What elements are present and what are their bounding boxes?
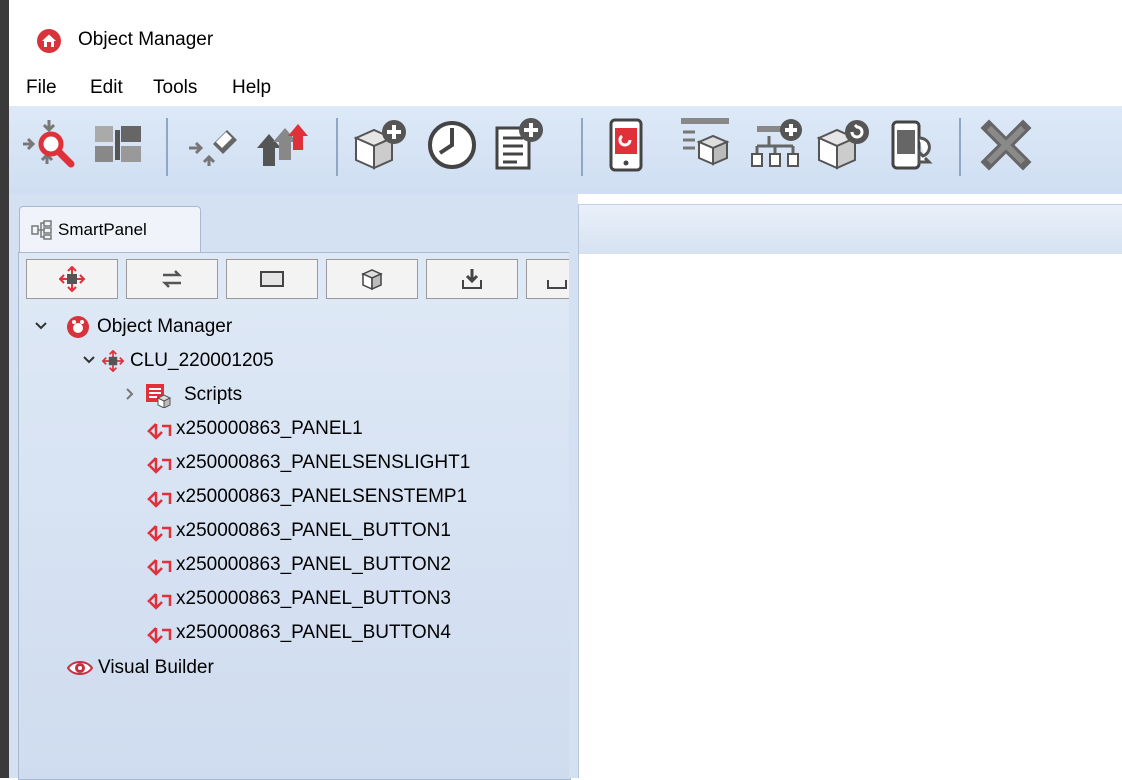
editor-area <box>578 254 1122 778</box>
panel-device-icon <box>147 593 172 610</box>
filter-panel-button[interactable] <box>226 259 318 299</box>
chevron-right-icon[interactable] <box>122 386 138 402</box>
download-icon <box>462 269 482 289</box>
toolbar-separator <box>336 118 338 176</box>
filter-download-button[interactable] <box>426 259 518 299</box>
toolbar-separator <box>166 118 168 176</box>
menu-help[interactable]: Help <box>232 77 271 99</box>
tree-item-label: x250000863_PANELSENSLIGHT1 <box>176 452 471 473</box>
mobile-app-icon[interactable] <box>595 114 657 176</box>
tree-node-object-manager[interactable]: Object Manager <box>29 312 569 342</box>
tree-label-clu: CLU_220001205 <box>130 350 274 371</box>
toolbar-separator <box>959 118 961 176</box>
swap-icon <box>161 270 183 288</box>
clock-icon[interactable] <box>421 114 483 176</box>
filter-box-button[interactable] <box>326 259 418 299</box>
tree-node-clu[interactable]: CLU_220001205 <box>29 346 569 376</box>
tree-node-scripts[interactable]: Scripts <box>29 380 569 410</box>
panel-device-icon <box>147 525 172 542</box>
smartpanel-icon <box>31 220 52 240</box>
refresh-object-icon[interactable] <box>813 114 875 176</box>
box-icon <box>361 269 383 291</box>
smartpanel-body: Object Manager CLU_220001205 Scripts x25… <box>18 252 571 780</box>
tree-item-label: x250000863_PANELSENSTEMP1 <box>176 486 468 507</box>
chevron-down-icon[interactable] <box>81 352 97 368</box>
device-tree-icon[interactable] <box>673 114 735 176</box>
tree-item-label: x250000863_PANEL_BUTTON1 <box>176 520 451 541</box>
window-border <box>0 0 9 778</box>
editor-tab-strip <box>578 204 1122 255</box>
tab-smartpanel[interactable]: SmartPanel <box>19 206 201 253</box>
tree-item-panel[interactable]: x250000863_PANEL_BUTTON3 <box>29 584 569 614</box>
tree-item-label: x250000863_PANEL_BUTTON2 <box>176 554 451 575</box>
search-object-icon[interactable] <box>19 114 81 176</box>
tree-node-visual-builder[interactable]: Visual Builder <box>29 653 569 683</box>
tree-label-object-manager: Object Manager <box>97 316 233 337</box>
panel-device-icon <box>147 457 172 474</box>
menu-file[interactable]: File <box>26 77 57 99</box>
add-object-icon[interactable] <box>350 114 412 176</box>
panel-device-icon <box>147 491 172 508</box>
tree-label-visual-builder: Visual Builder <box>98 657 214 678</box>
panel-device-icon <box>147 627 172 644</box>
rename-object-icon[interactable] <box>183 114 245 176</box>
splitter[interactable] <box>569 194 578 778</box>
filter-upload-button[interactable] <box>526 259 570 299</box>
tree-item-panel[interactable]: x250000863_PANEL_BUTTON2 <box>29 550 569 580</box>
add-tree-icon[interactable] <box>747 114 809 176</box>
clu-icon <box>59 266 85 292</box>
tree-item-panel[interactable]: x250000863_PANELSENSLIGHT1 <box>29 448 569 478</box>
object-list-icon[interactable] <box>87 114 149 176</box>
upload-objects-icon[interactable] <box>253 114 315 176</box>
add-document-icon[interactable] <box>489 114 551 176</box>
title-bar: Object Manager <box>9 0 1122 68</box>
panel-icon <box>260 271 284 287</box>
close-icon[interactable] <box>975 114 1037 176</box>
panel-device-icon <box>147 423 172 440</box>
tree-label-scripts: Scripts <box>184 384 243 405</box>
menu-edit[interactable]: Edit <box>90 77 123 99</box>
app-home-icon <box>37 29 61 53</box>
toolbar-separator <box>581 118 583 176</box>
tree-item-label: x250000863_PANEL_BUTTON4 <box>176 622 451 643</box>
tree-item-panel[interactable]: x250000863_PANEL_BUTTON4 <box>29 618 569 648</box>
object-manager-icon <box>67 316 89 338</box>
chevron-down-icon[interactable] <box>33 318 49 334</box>
tree-item-label: x250000863_PANEL1 <box>176 418 363 439</box>
upload-icon <box>547 280 567 289</box>
tree-item-panel[interactable]: x250000863_PANEL1 <box>29 414 569 444</box>
tree-item-panel[interactable]: x250000863_PANELSENSTEMP1 <box>29 482 569 512</box>
smartpanel-tab-label: SmartPanel <box>58 220 147 239</box>
tree-item-panel[interactable]: x250000863_PANEL_BUTTON1 <box>29 516 569 546</box>
smartpanel-area: SmartPanel Object Manager CLU_220001205 … <box>9 194 571 780</box>
menu-bar: File Edit Tools Help <box>9 68 1122 106</box>
tree-item-label: x250000863_PANEL_BUTTON3 <box>176 588 451 609</box>
mobile-sync-icon[interactable] <box>881 114 943 176</box>
menu-tools[interactable]: Tools <box>153 77 197 99</box>
filter-clu-button[interactable] <box>26 259 118 299</box>
filter-swap-button[interactable] <box>126 259 218 299</box>
clu-icon <box>101 350 125 372</box>
panel-device-icon <box>147 559 172 576</box>
eye-icon <box>67 661 93 675</box>
window-title: Object Manager <box>78 29 214 50</box>
scripts-icon <box>146 384 172 408</box>
toolbar <box>9 106 1122 194</box>
